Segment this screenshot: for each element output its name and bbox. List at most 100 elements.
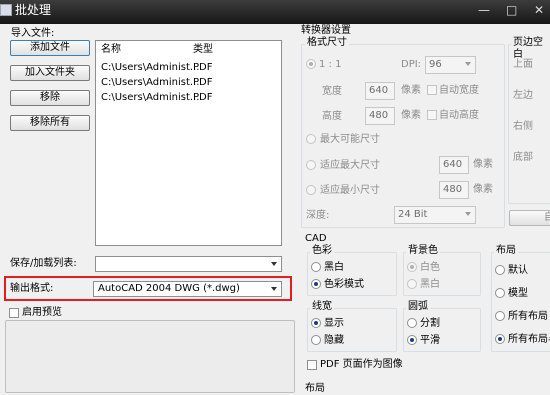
linewidth-hide-label: 隐藏 [324, 335, 344, 346]
fit-max-size-unit: 像素 [473, 159, 493, 170]
arc-group [403, 308, 481, 352]
chevron-down-icon [271, 262, 277, 266]
layout-default-radio[interactable] [495, 265, 505, 275]
layout-default-label: 默认 [508, 265, 528, 276]
fit-min-size-radio[interactable] [306, 185, 316, 195]
fit-max-size-label: 适应最大尺寸 [320, 160, 380, 171]
arc-smooth-radio[interactable] [407, 335, 417, 345]
width-field[interactable]: 640 [365, 82, 395, 100]
converter-settings-title: 转换器设置 [301, 25, 351, 36]
bg-white-label: 白色 [420, 262, 440, 273]
add-file-button[interactable]: 添加文件 [10, 40, 90, 56]
arc-split-label: 分割 [420, 318, 440, 329]
import-files-label: 导入文件: [11, 28, 55, 39]
fit-min-size-unit: 像素 [473, 184, 493, 195]
layout-model-radio[interactable] [495, 288, 505, 298]
file-name: C:\Users\Administ... [101, 77, 200, 88]
output-format-dropdown[interactable]: AutoCAD 2004 DWG (*.dwg) [93, 281, 282, 297]
margin-top-label: 上面 [513, 59, 533, 70]
auto-width-checkbox[interactable] [427, 85, 437, 95]
margins-auto-button[interactable]: 自 [509, 210, 550, 226]
depth-label: 深度: [306, 210, 330, 221]
preview-area [5, 320, 295, 393]
chevron-down-icon [271, 287, 277, 291]
dpi-value: 96 [429, 59, 442, 70]
color-title: 色彩 [310, 245, 334, 257]
layout-all-with-model-radio[interactable] [495, 334, 505, 344]
arc-title: 圆弧 [406, 301, 430, 313]
bg-white-radio[interactable] [407, 262, 417, 272]
pdf-as-image-label: PDF 页面作为图像 [320, 359, 403, 370]
chevron-down-icon [465, 212, 471, 216]
file-type: PDF [193, 92, 213, 103]
color-mode-label: 色彩模式 [324, 279, 364, 290]
save-load-list-label: 保存/加载列表: [10, 258, 77, 269]
depth-dropdown[interactable]: 24 Bit [394, 206, 476, 224]
layout-title: 布局 [494, 245, 518, 257]
bw-color-radio[interactable] [311, 262, 321, 272]
file-type: PDF [193, 62, 213, 73]
bg-bw-radio[interactable] [407, 279, 417, 289]
height-unit: 像素 [401, 110, 421, 121]
maximize-icon[interactable]: □ [506, 0, 517, 20]
linewidth-show-label: 显示 [324, 318, 344, 329]
app-icon [0, 4, 12, 16]
auto-height-checkbox[interactable] [427, 110, 437, 120]
enable-preview-checkbox[interactable] [9, 308, 19, 318]
fit-max-size-radio[interactable] [306, 160, 316, 170]
fit-max-size-field[interactable]: 640 [439, 156, 469, 174]
ratio-label: 1 : 1 [319, 59, 342, 70]
height-field[interactable]: 480 [365, 107, 395, 125]
width-unit: 像素 [401, 85, 421, 96]
color-mode-radio[interactable] [311, 279, 321, 289]
save-load-list-dropdown[interactable] [95, 256, 282, 272]
fit-min-size-field[interactable]: 480 [439, 181, 469, 199]
bg-bw-label: 黑白 [420, 279, 440, 290]
dpi-dropdown[interactable]: 96 [425, 56, 476, 74]
ratio-radio[interactable] [306, 59, 316, 69]
margins-title: 页边空白 [511, 37, 550, 61]
layout-all-label: 所有布局 [508, 311, 548, 322]
layout-model-label: 模型 [508, 288, 528, 299]
depth-value: 24 Bit [398, 209, 428, 220]
window-title: 批处理 [15, 3, 52, 17]
remove-all-button[interactable]: 移除所有 [10, 115, 90, 131]
auto-height-label: 自动高度 [439, 110, 479, 121]
max-possible-size-radio[interactable] [306, 134, 316, 144]
column-header-name[interactable]: 名称 [101, 44, 121, 56]
layout-all-radio[interactable] [495, 311, 505, 321]
margin-bottom-label: 底部 [513, 152, 533, 163]
close-icon[interactable]: ✕ [534, 0, 544, 20]
dpi-label: DPI: [401, 59, 422, 70]
height-label: 高度 [322, 111, 342, 122]
column-header-type[interactable]: 类型 [193, 44, 213, 56]
margin-left-label: 左边 [513, 90, 533, 101]
arc-split-radio[interactable] [407, 318, 417, 328]
layout-all-with-model-label: 所有布局与 [508, 334, 550, 345]
arc-smooth-label: 平滑 [420, 335, 440, 346]
add-folder-button[interactable]: 加入文件夹 [10, 65, 90, 81]
max-possible-size-label: 最大可能尺寸 [320, 134, 380, 145]
file-type: PDF [193, 77, 213, 88]
linewidth-hide-radio[interactable] [311, 335, 321, 345]
fit-min-size-label: 适应最小尺寸 [320, 185, 380, 196]
background-group [403, 252, 481, 296]
format-size-title: 格式尺寸 [305, 37, 349, 49]
remove-button[interactable]: 移除 [10, 90, 90, 106]
pdf-as-image-checkbox[interactable] [307, 360, 317, 370]
margin-right-label: 右侧 [513, 121, 533, 132]
linewidth-show-radio[interactable] [311, 318, 321, 328]
file-list[interactable]: 名称 类型 C:\Users\Administ... PDF C:\Users\… [95, 40, 282, 246]
background-title: 背景色 [406, 245, 440, 257]
output-format-label: 输出格式: [10, 283, 54, 294]
width-label: 宽度 [322, 86, 342, 97]
cad-title: CAD [305, 233, 327, 244]
linewidth-group [307, 308, 397, 352]
enable-preview-label: 启用预览 [22, 307, 62, 318]
minimize-icon[interactable]: — [478, 0, 490, 20]
title-bar: 批处理 — □ ✕ [0, 0, 550, 24]
linewidth-title: 线宽 [310, 301, 334, 313]
chevron-down-icon [465, 62, 471, 66]
auto-width-label: 自动宽度 [439, 85, 479, 96]
file-name: C:\Users\Administ... [101, 92, 200, 103]
